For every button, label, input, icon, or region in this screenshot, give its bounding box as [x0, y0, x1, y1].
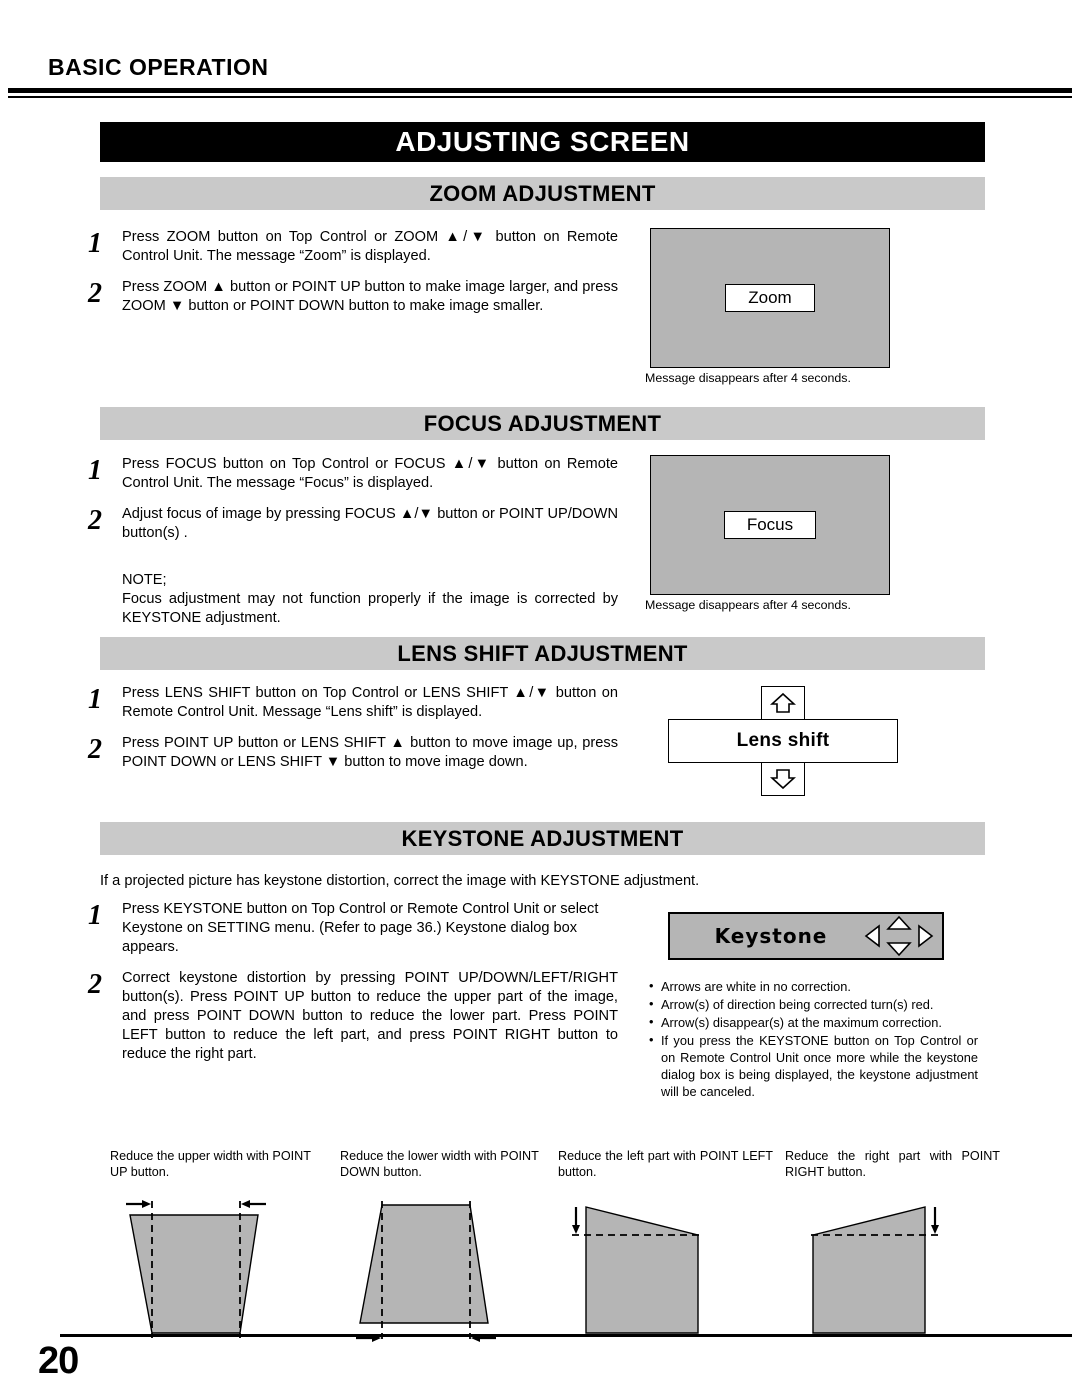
- step-item: 2 Press ZOOM ▲ button or POINT UP button…: [88, 278, 618, 316]
- header-rule-thin: [8, 96, 1072, 98]
- step-item: 2 Correct keystone distortion by pressin…: [88, 969, 618, 1064]
- keystone-intro: If a projected picture has keystone dist…: [100, 873, 700, 889]
- section-header-focus: FOCUS ADJUSTMENT: [100, 407, 985, 440]
- section-header-keystone: KEYSTONE ADJUSTMENT: [100, 822, 985, 855]
- quad-right-lowered: [811, 1205, 939, 1334]
- keystone-arrow-pad: [862, 914, 936, 958]
- keystone-steps: 1 Press KEYSTONE button on Top Control o…: [88, 900, 618, 1076]
- arrow-right-icon: [918, 924, 934, 948]
- trapezoid-upper-narrow: [126, 1199, 266, 1338]
- figure-art: [558, 1193, 773, 1358]
- trapezoid-lower-narrow: [356, 1200, 496, 1342]
- figure-art: [340, 1193, 555, 1358]
- list-item: Arrow(s) disappear(s) at the maximum cor…: [648, 1013, 978, 1031]
- arrow-down-icon: [886, 942, 912, 957]
- focus-osd-caption: Message disappears after 4 seconds.: [645, 598, 851, 612]
- arrow-down-glyph: [770, 769, 796, 790]
- figure-art: [785, 1193, 1000, 1358]
- figure-art: [110, 1193, 325, 1358]
- direction-arrows-glyph: [864, 915, 934, 957]
- figure-caption: Reduce the upper width with POINT UP but…: [110, 1149, 311, 1180]
- step-number: 1: [88, 900, 102, 931]
- step-number: 2: [88, 504, 102, 536]
- step-number: 1: [88, 228, 102, 259]
- step-number: 2: [88, 277, 102, 309]
- lens-shift-dialog: Lens shift: [668, 686, 898, 796]
- step-text: Adjust focus of image by pressing FOCUS …: [122, 505, 618, 541]
- focus-osd-label: Focus: [723, 510, 817, 540]
- footer-rule: [60, 1334, 1072, 1337]
- step-text: Press FOCUS button on Top Control or FOC…: [122, 456, 618, 491]
- step-text: Press POINT UP button or LENS SHIFT ▲ bu…: [122, 734, 618, 770]
- zoom-osd-screen: Zoom: [650, 228, 890, 368]
- page-number: 20: [38, 1340, 79, 1382]
- focus-osd-screen: Focus: [650, 455, 890, 595]
- focus-note-label: NOTE;: [122, 571, 167, 588]
- step-item: 2 Press POINT UP button or LENS SHIFT ▲ …: [88, 734, 618, 772]
- step-text: Press ZOOM ▲ button or POINT UP button t…: [122, 278, 618, 314]
- step-number: 2: [88, 733, 102, 765]
- step-item: 1 Press KEYSTONE button on Top Control o…: [88, 900, 618, 957]
- zoom-osd-label: Zoom: [725, 283, 815, 313]
- figure-reduce-right: Reduce the right part with POINT RIGHT b…: [785, 1148, 1000, 1358]
- page-title: ADJUSTING SCREEN: [100, 122, 985, 162]
- section-header-zoom: ZOOM ADJUSTMENT: [100, 177, 985, 210]
- quad-left-lowered: [572, 1205, 700, 1334]
- zoom-osd-caption: Message disappears after 4 seconds.: [645, 371, 851, 385]
- section-header-lens-shift: LENS SHIFT ADJUSTMENT: [100, 637, 985, 670]
- step-item: 1 Press LENS SHIFT button on Top Control…: [88, 684, 618, 722]
- step-text: Press LENS SHIFT button on Top Control o…: [122, 685, 618, 720]
- zoom-steps: 1 Press ZOOM button on Top Control or ZO…: [88, 228, 618, 328]
- step-text: Press KEYSTONE button on Top Control or …: [122, 901, 599, 955]
- arrow-down-icon: [761, 762, 805, 796]
- header-rule-thick: [8, 88, 1072, 93]
- figure-reduce-lower: Reduce the lower width with POINT DOWN b…: [340, 1148, 555, 1358]
- step-item: 1 Press FOCUS button on Top Control or F…: [88, 455, 618, 493]
- list-item: If you press the KEYSTONE button on Top …: [648, 1031, 978, 1100]
- figure-reduce-left: Reduce the left part with POINT LEFT but…: [558, 1148, 773, 1358]
- keystone-osd-label: Keystone: [714, 924, 828, 948]
- step-text: Correct keystone distortion by pressing …: [122, 969, 618, 1062]
- arrow-left-icon: [864, 924, 880, 948]
- step-item: 2 Adjust focus of image by pressing FOCU…: [88, 505, 618, 543]
- step-number: 2: [88, 968, 102, 1000]
- step-text: Press ZOOM button on Top Control or ZOOM…: [122, 229, 618, 264]
- running-head: BASIC OPERATION: [48, 54, 269, 80]
- figure-reduce-upper: Reduce the upper width with POINT UP but…: [110, 1148, 325, 1358]
- arrow-up-glyph: [770, 692, 796, 713]
- figure-caption: Reduce the lower width with POINT DOWN b…: [340, 1149, 539, 1180]
- list-item: Arrow(s) of direction being corrected tu…: [648, 995, 978, 1013]
- focus-note-text: Focus adjustment may not function proper…: [122, 590, 618, 626]
- keystone-notes-list: Arrows are white in no correction. Arrow…: [648, 977, 978, 1101]
- arrow-up-icon: [761, 686, 805, 720]
- keystone-osd-dialog: Keystone: [668, 912, 944, 960]
- manual-page: BASIC OPERATION ADJUSTING SCREEN ZOOM AD…: [0, 0, 1080, 1397]
- step-number: 1: [88, 684, 102, 715]
- arrow-up-icon: [886, 915, 912, 930]
- step-item: 1 Press ZOOM button on Top Control or ZO…: [88, 228, 618, 266]
- lens-shift-label: Lens shift: [668, 719, 898, 763]
- step-number: 1: [88, 455, 102, 486]
- lens-shift-steps: 1 Press LENS SHIFT button on Top Control…: [88, 684, 618, 784]
- figure-caption: Reduce the left part with POINT LEFT but…: [558, 1149, 773, 1180]
- list-item: Arrows are white in no correction.: [648, 977, 978, 995]
- focus-steps: 1 Press FOCUS button on Top Control or F…: [88, 455, 618, 628]
- figure-caption: Reduce the right part with POINT RIGHT b…: [785, 1149, 1000, 1180]
